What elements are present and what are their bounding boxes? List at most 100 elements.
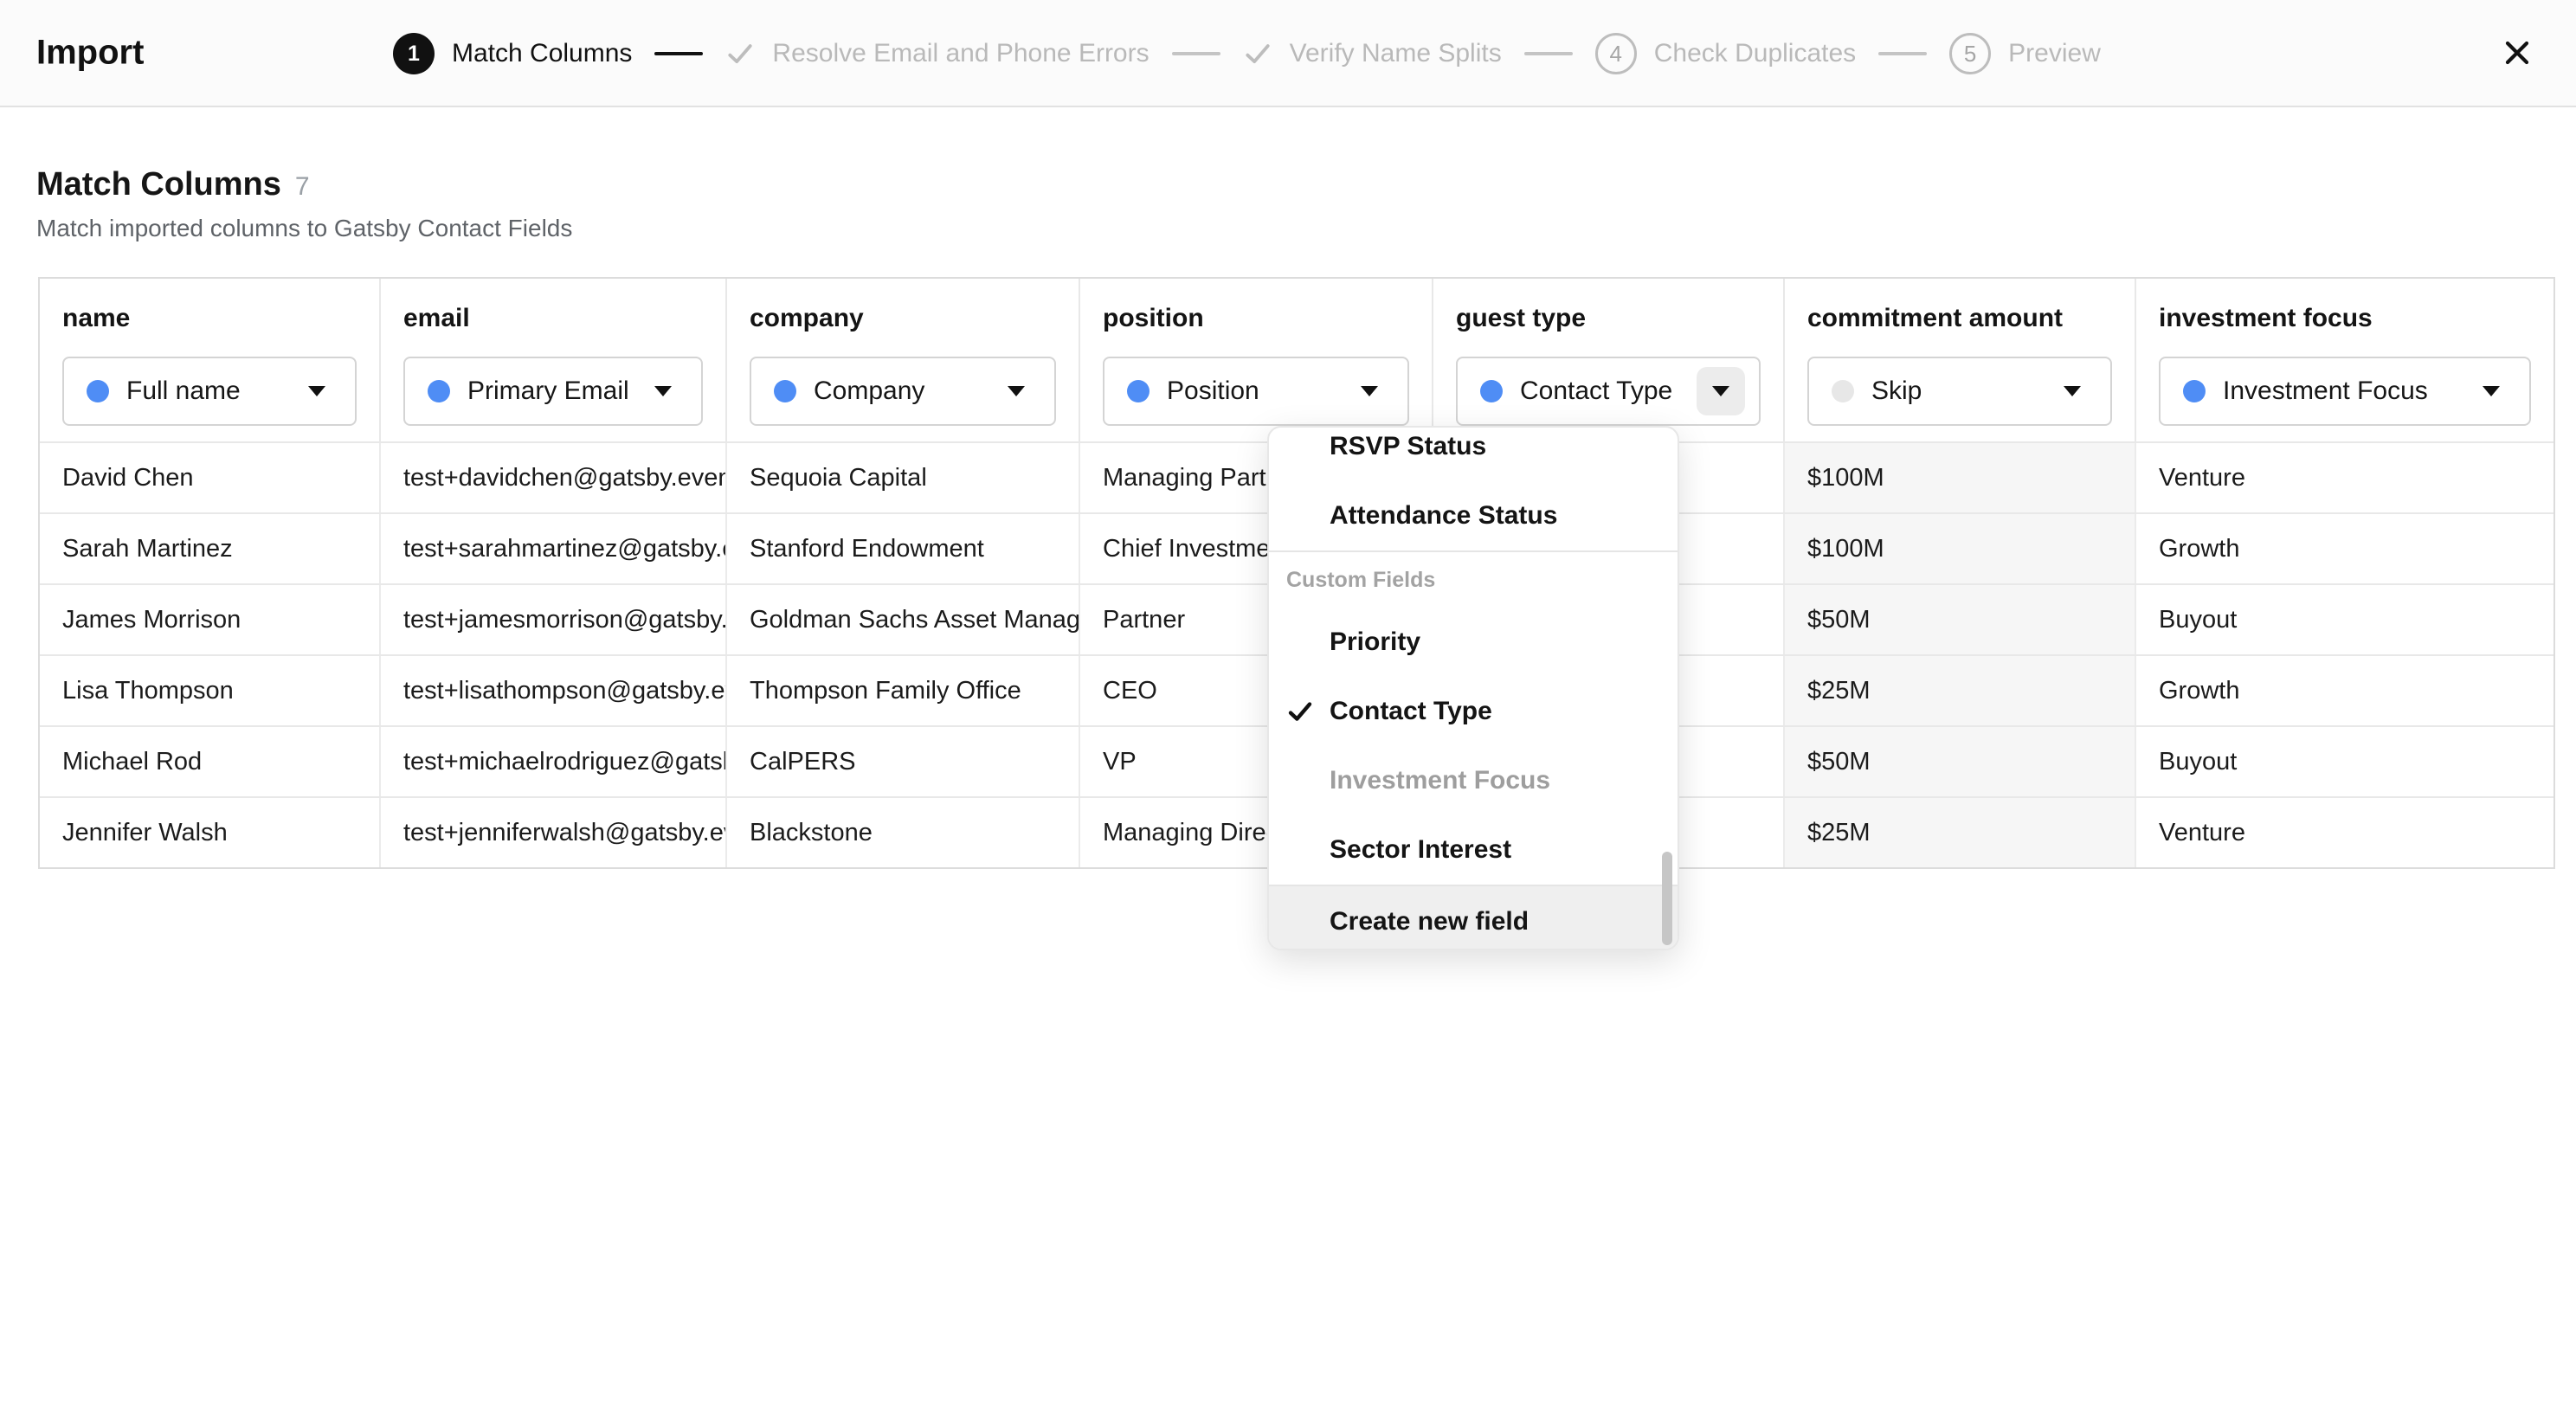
step-label: Check Duplicates — [1654, 39, 1856, 68]
menu-item-label: Sector Interest — [1330, 835, 1511, 865]
mapped-field-dot — [2183, 380, 2206, 402]
mapping-select-value: Skip — [1871, 377, 2048, 406]
cell-investment-focus: Growth — [2136, 514, 2553, 583]
cell-email: test+sarahmartinez@gatsby.events — [381, 514, 727, 583]
menu-item-investment-focus[interactable]: Investment Focus — [1269, 746, 1678, 815]
table-header-row: name Full name email Primary Email company Co… — [40, 279, 2553, 441]
section-subtitle: Match imported columns to Gatsby Contact… — [36, 215, 572, 242]
step-check-icon — [1243, 39, 1272, 68]
cell-email: test+jamesmorrison@gatsby.events — [381, 585, 727, 654]
chevron-down-icon — [1345, 367, 1394, 415]
source-column-name: company — [750, 303, 1056, 334]
menu-item-label: Contact Type — [1330, 697, 1492, 726]
step-connector — [1172, 52, 1220, 55]
page-title: Import — [36, 34, 144, 73]
cell-commitment-amount: $25M — [1785, 656, 2136, 725]
menu-item-priority[interactable]: Priority — [1269, 608, 1678, 677]
source-column-name: guest type — [1456, 303, 1761, 334]
cell-investment-focus: Growth — [2136, 656, 2553, 725]
menu-section-custom-fields: Custom Fields — [1269, 552, 1678, 608]
step-number-badge: 1 — [393, 33, 435, 74]
cell-commitment-amount: $50M — [1785, 585, 2136, 654]
menu-item-label: Create new field — [1330, 907, 1529, 936]
chevron-down-icon — [992, 367, 1040, 415]
cell-company: Blackstone — [727, 798, 1080, 867]
cell-name: David Chen — [40, 443, 381, 512]
cell-commitment-amount: $100M — [1785, 514, 2136, 583]
column-header-guest-type: guest type Contact Type — [1433, 279, 1785, 441]
chevron-down-icon — [639, 367, 687, 415]
column-header-investment-focus: investment focus Investment Focus — [2136, 279, 2553, 441]
mapping-select-guest-type[interactable]: Contact Type — [1456, 357, 1761, 426]
column-header-commitment-amount: commitment amount Skip — [1785, 279, 2136, 441]
step-resolve-email-and-phone-errors[interactable]: Resolve Email and Phone Errors — [725, 39, 1149, 68]
menu-item-sector-interest[interactable]: Sector Interest — [1269, 815, 1678, 885]
mapping-select-email[interactable]: Primary Email — [403, 357, 703, 426]
mapped-field-dot — [87, 380, 109, 402]
source-column-name: email — [403, 303, 703, 334]
mapping-select-position[interactable]: Position — [1103, 357, 1409, 426]
column-header-email: email Primary Email — [381, 279, 727, 441]
close-button[interactable] — [2493, 29, 2541, 77]
step-number-badge: 5 — [1949, 33, 1991, 74]
step-number-badge: 4 — [1595, 33, 1637, 74]
cell-investment-focus: Venture — [2136, 798, 2553, 867]
dropdown-scrollbar-thumb[interactable] — [1662, 852, 1672, 945]
check-icon — [1286, 698, 1314, 725]
cell-name: Lisa Thompson — [40, 656, 381, 725]
mapping-select-value: Contact Type — [1520, 377, 1697, 406]
step-check-duplicates[interactable]: 4 Check Duplicates — [1595, 33, 1856, 74]
mapping-select-name[interactable]: Full name — [62, 357, 357, 426]
cell-name: Sarah Martinez — [40, 514, 381, 583]
column-header-position: positionPosition — [1080, 279, 1433, 441]
column-header-company: company Company — [727, 279, 1080, 441]
dropdown-menu-list: RSVP Status Attendance Status Custom Field… — [1269, 426, 1678, 950]
step-connector — [1524, 52, 1573, 55]
source-column-name: commitment amount — [1807, 303, 2112, 334]
step-match-columns[interactable]: 1Match Columns — [393, 33, 632, 74]
mapping-select-value: Primary Email — [467, 377, 639, 406]
menu-item-label: Investment Focus — [1330, 766, 1550, 795]
source-column-name: name — [62, 303, 357, 334]
import-wizard: Import 1Match Columns Resolve Email and P… — [0, 0, 2576, 1416]
menu-item-contact-type[interactable]: Contact Type — [1269, 677, 1678, 746]
mapped-field-dot — [1127, 380, 1150, 402]
section-title: Match Columns7 — [36, 166, 310, 203]
cell-investment-focus: Buyout — [2136, 585, 2553, 654]
mapping-select-value: Company — [814, 377, 992, 406]
cell-investment-focus: Buyout — [2136, 727, 2553, 796]
cell-email: test+davidchen@gatsby.events — [381, 443, 727, 512]
menu-item-rsvp-status[interactable]: RSVP Status — [1269, 426, 1678, 481]
menu-item-label: Attendance Status — [1330, 501, 1557, 531]
cell-name: Michael Rod — [40, 727, 381, 796]
menu-item-create-new-field[interactable]: Create new field — [1269, 886, 1678, 950]
cell-commitment-amount: $50M — [1785, 727, 2136, 796]
field-mapping-dropdown: RSVP Status Attendance Status Custom Field… — [1267, 426, 1679, 950]
menu-item-label: RSVP Status — [1330, 432, 1486, 461]
mapped-field-dot — [428, 380, 450, 402]
cell-investment-focus: Venture — [2136, 443, 2553, 512]
topbar: Import 1Match Columns Resolve Email and P… — [0, 0, 2576, 107]
step-check-icon — [725, 39, 755, 68]
step-connector — [654, 52, 703, 55]
mapping-select-investment-focus[interactable]: Investment Focus — [2159, 357, 2531, 426]
cell-commitment-amount: $100M — [1785, 443, 2136, 512]
step-verify-name-splits[interactable]: Verify Name Splits — [1243, 39, 1502, 68]
mapping-select-commitment-amount[interactable]: Skip — [1807, 357, 2112, 426]
mapping-select-company[interactable]: Company — [750, 357, 1056, 426]
mapped-field-dot — [1480, 380, 1503, 402]
cell-company: Sequoia Capital — [727, 443, 1080, 512]
cell-company: CalPERS — [727, 727, 1080, 796]
chevron-down-icon — [1697, 367, 1745, 415]
step-preview[interactable]: 5Preview — [1949, 33, 2101, 74]
column-header-name: name Full name — [40, 279, 381, 441]
cell-company: Goldman Sachs Asset Management — [727, 585, 1080, 654]
step-connector — [1878, 52, 1927, 55]
mapping-select-value: Investment Focus — [2223, 377, 2467, 406]
close-icon — [2504, 40, 2530, 66]
stepper: 1Match Columns Resolve Email and Phone Er… — [393, 0, 2101, 107]
step-label: Verify Name Splits — [1290, 39, 1502, 68]
source-column-name: investment focus — [2159, 303, 2531, 334]
mapping-select-value: Full name — [126, 377, 293, 406]
menu-item-attendance-status[interactable]: Attendance Status — [1269, 481, 1678, 550]
